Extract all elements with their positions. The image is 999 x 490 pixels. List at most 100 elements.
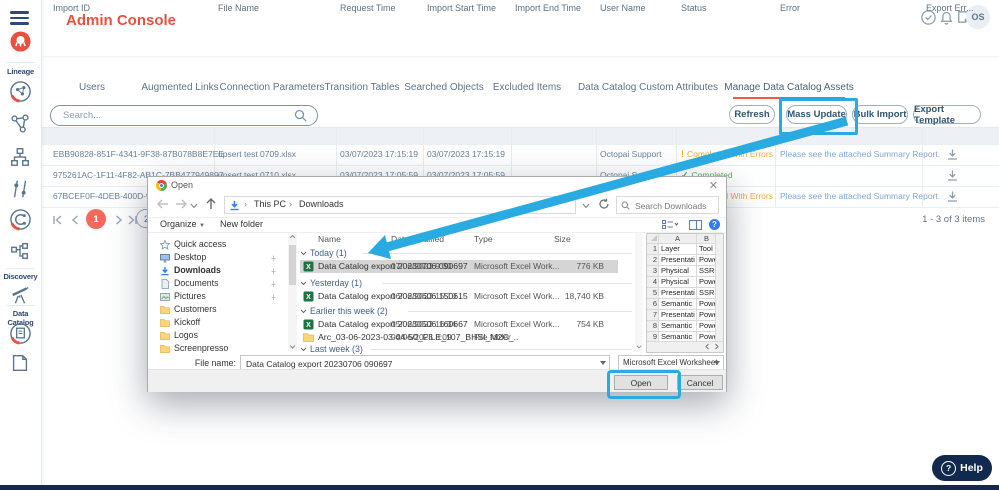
file-item[interactable]: X Data Catalog export 20230606 150615 06… <box>300 290 618 303</box>
help-button[interactable]: ? Help <box>932 455 992 481</box>
group-yesterday[interactable]: Yesterday (1) <box>300 278 632 288</box>
list-col-date-modified[interactable]: Date modified <box>391 234 444 244</box>
header-divider <box>41 56 999 58</box>
pagination-first-icon[interactable] <box>50 213 64 227</box>
col-import-id[interactable]: Import ID <box>53 0 90 17</box>
dialog-title-bar[interactable]: Open ✕ <box>148 177 726 193</box>
file-name-label: File name: <box>194 358 236 368</box>
pagination-next-icon[interactable] <box>112 213 126 227</box>
dialog-close-icon[interactable]: ✕ <box>709 179 718 192</box>
back-icon[interactable] <box>156 197 170 211</box>
cell-error: Please see the attached Summary Report. <box>780 149 941 159</box>
inner-lineage-icon[interactable] <box>9 240 32 263</box>
search-icon[interactable] <box>294 109 307 127</box>
breadcrumb-this-pc[interactable]: This PC <box>254 199 286 209</box>
nav-kickoff[interactable]: Kickoff <box>158 317 286 329</box>
col-import-end-time[interactable]: Import End Time <box>515 0 581 17</box>
nav-desktop[interactable]: Desktop <box>158 252 286 264</box>
octopai-logo-icon[interactable] <box>10 31 31 52</box>
pagination-prev-icon[interactable] <box>68 213 82 227</box>
breadcrumb-downloads[interactable]: Downloads <box>299 199 344 209</box>
help-icon[interactable]: ? <box>709 219 720 230</box>
group-last-week[interactable]: Last week (3) <box>300 344 632 354</box>
tab-searched-objects[interactable]: Searched Objects <box>404 82 484 93</box>
discovery-telescope-icon[interactable] <box>9 284 32 307</box>
table-search-box[interactable] <box>50 105 318 126</box>
download-error-report-icon[interactable] <box>946 148 959 161</box>
nav-logos[interactable]: Logos <box>158 330 286 342</box>
question-mark-icon: ? <box>941 460 957 476</box>
file-item[interactable]: X Data Catalog export 20230506 160667 05… <box>300 318 618 331</box>
col-export-err[interactable]: Export Err... <box>926 0 974 17</box>
data-catalog-icon[interactable] <box>9 322 32 345</box>
nav-quick-access[interactable]: Quick access <box>158 239 286 251</box>
tab-excluded-items[interactable]: Excluded Items <box>493 82 561 93</box>
tab-data-catalog-custom-attributes[interactable]: Data Catalog Custom Attributes <box>578 82 718 93</box>
file-item[interactable]: Arc_03-06-2023-03-04-50_FILE_107_BHSI_M2… <box>300 331 618 344</box>
folder-icon <box>303 332 314 344</box>
list-col-size[interactable]: Size <box>554 234 571 244</box>
compare-lineage-icon[interactable] <box>9 178 32 201</box>
downloads-icon <box>160 266 170 278</box>
col-file-name[interactable]: File Name <box>218 0 259 17</box>
col-status[interactable]: Status <box>681 0 707 17</box>
col-error[interactable]: Error <box>780 0 800 17</box>
preview-vertical-scrollbar[interactable] <box>715 234 723 342</box>
list-col-name[interactable]: Name <box>318 234 341 244</box>
pagination-current-page[interactable]: 1 <box>86 209 106 229</box>
file-list-scrollbar[interactable] <box>635 233 643 351</box>
hierarchy-icon[interactable] <box>9 146 32 169</box>
new-folder-button[interactable]: New folder <box>220 219 263 229</box>
group-earlier-this-week[interactable]: Earlier this week (2) <box>300 306 632 316</box>
nav-pictures[interactable]: Pictures <box>158 291 286 303</box>
nav-screenpresso[interactable]: Screenpresso <box>158 343 286 355</box>
tab-manage-data-catalog-assets[interactable]: Manage Data Catalog Assets <box>724 82 854 93</box>
excel-file-icon: X <box>303 261 314 274</box>
dialog-search-input[interactable] <box>633 198 719 213</box>
download-error-report-icon[interactable] <box>946 169 959 182</box>
col-user-name[interactable]: User Name <box>600 0 646 17</box>
refresh-address-icon[interactable] <box>598 198 612 212</box>
open-file-dialog: Open ✕ › This PC › Downloads Search Down… <box>147 176 727 399</box>
chrome-icon <box>156 180 167 191</box>
nav-documents[interactable]: Documents <box>158 278 286 290</box>
svg-text:X: X <box>306 294 311 301</box>
nav-customers[interactable]: Customers <box>158 304 286 316</box>
tab-users[interactable]: Users <box>79 82 105 93</box>
table-row[interactable]: EBB90828-851F-4341-9F38-87B078B8E7EE ups… <box>0 144 999 165</box>
cancel-button[interactable]: Cancel <box>677 375 723 390</box>
preview-horizontal-scrollbar[interactable] <box>647 341 723 352</box>
tab-augmented-links[interactable]: Augmented Links <box>141 82 218 93</box>
catalog-document-icon[interactable] <box>9 352 32 375</box>
dialog-search-box[interactable] <box>616 196 719 214</box>
sidebar-scrollbar[interactable] <box>288 233 297 351</box>
organize-menu[interactable]: Organize ▼ <box>160 219 205 229</box>
download-error-report-icon[interactable] <box>946 190 959 203</box>
tab-connection-parameters[interactable]: Connection Parameters <box>219 82 324 93</box>
address-dropdown-caret-icon[interactable] <box>582 201 596 215</box>
view-mode-icon[interactable] <box>661 219 679 232</box>
hamburger-menu-icon[interactable] <box>10 8 29 28</box>
file-name-dropdown-caret[interactable] <box>600 361 606 365</box>
address-bar[interactable]: › This PC › Downloads <box>224 196 576 214</box>
e2e-lineage-icon[interactable] <box>9 208 32 231</box>
preview-pane-icon[interactable] <box>688 219 703 232</box>
group-today[interactable]: Today (1) <box>300 248 632 258</box>
nav-downloads[interactable]: Downloads <box>158 265 286 277</box>
bulk-import-button[interactable]: Bulk Import <box>852 105 908 124</box>
lineage-map-icon[interactable] <box>9 80 32 103</box>
up-icon[interactable] <box>204 197 218 211</box>
refresh-button[interactable]: Refresh <box>729 105 775 124</box>
share-network-icon[interactable] <box>9 113 32 136</box>
recent-locations-caret-icon[interactable] <box>190 201 204 215</box>
col-import-start-time[interactable]: Import Start Time <box>427 0 496 17</box>
file-item-selected[interactable]: X Data Catalog export 20230706 090697 07… <box>300 260 618 273</box>
tab-transition-tables[interactable]: Transition Tables <box>324 82 399 93</box>
forward-icon[interactable] <box>174 197 188 211</box>
table-search-input[interactable] <box>61 107 295 124</box>
list-col-type[interactable]: Type <box>474 234 493 244</box>
warning-icon: ! <box>681 149 684 159</box>
admin-console-page: Lineage Discovery Data Catalog Admin Con… <box>0 0 999 490</box>
col-request-time[interactable]: Request Time <box>340 0 396 17</box>
export-template-button[interactable]: Export Template <box>913 104 981 126</box>
